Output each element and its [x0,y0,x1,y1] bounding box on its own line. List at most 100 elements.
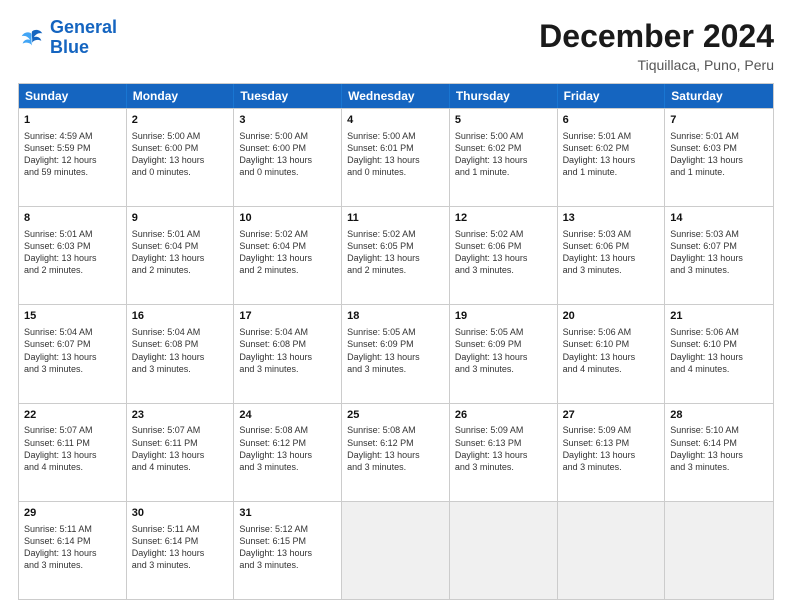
day-info: Daylight: 13 hours [455,450,528,460]
calendar-cell [450,502,558,599]
day-info: Daylight: 13 hours [239,253,312,263]
day-info: and 3 minutes. [563,265,622,275]
day-info: Sunset: 6:03 PM [670,143,737,153]
day-info: and 3 minutes. [24,560,83,570]
day-info: Sunset: 6:13 PM [563,438,630,448]
day-info: and 2 minutes. [24,265,83,275]
day-number: 16 [132,309,229,324]
day-info: Sunrise: 5:00 AM [347,131,416,141]
calendar: SundayMondayTuesdayWednesdayThursdayFrid… [18,83,774,600]
logo-icon [18,24,46,52]
day-info: Daylight: 13 hours [132,352,205,362]
day-info: and 4 minutes. [24,462,83,472]
day-info: Sunrise: 5:02 AM [455,229,524,239]
day-number: 9 [132,211,229,226]
day-info: Daylight: 13 hours [347,155,420,165]
day-number: 6 [563,113,660,128]
day-info: and 1 minute. [455,167,510,177]
day-number: 10 [239,211,336,226]
day-info: Sunrise: 5:02 AM [239,229,308,239]
day-info: and 3 minutes. [455,265,514,275]
day-number: 2 [132,113,229,128]
calendar-cell: 16Sunrise: 5:04 AMSunset: 6:08 PMDayligh… [127,305,235,402]
day-info: and 0 minutes. [347,167,406,177]
day-number: 23 [132,408,229,423]
day-info: Sunset: 6:06 PM [455,241,522,251]
day-info: Sunrise: 5:05 AM [347,327,416,337]
day-number: 19 [455,309,552,324]
day-info: Sunset: 6:07 PM [24,339,91,349]
day-info: Daylight: 13 hours [239,155,312,165]
day-info: Sunrise: 4:59 AM [24,131,93,141]
day-info: Sunset: 6:05 PM [347,241,414,251]
calendar-header-cell: Sunday [19,84,127,108]
day-info: Sunrise: 5:00 AM [239,131,308,141]
calendar-header-cell: Saturday [665,84,773,108]
day-info: Daylight: 13 hours [670,352,743,362]
day-info: Sunset: 6:09 PM [455,339,522,349]
calendar-cell [342,502,450,599]
day-info: Sunrise: 5:08 AM [347,425,416,435]
day-info: and 3 minutes. [347,364,406,374]
day-info: Sunset: 6:00 PM [132,143,199,153]
day-info: Sunset: 6:14 PM [24,536,91,546]
day-number: 31 [239,506,336,521]
logo-line1: General [50,17,117,37]
calendar-cell: 5Sunrise: 5:00 AMSunset: 6:02 PMDaylight… [450,109,558,206]
day-info: and 3 minutes. [670,462,729,472]
day-info: Daylight: 13 hours [24,352,97,362]
day-info: and 0 minutes. [132,167,191,177]
calendar-cell: 7Sunrise: 5:01 AMSunset: 6:03 PMDaylight… [665,109,773,206]
day-info: Sunrise: 5:04 AM [132,327,201,337]
day-info: and 1 minute. [563,167,618,177]
day-info: Daylight: 13 hours [24,548,97,558]
day-info: and 4 minutes. [563,364,622,374]
calendar-cell: 29Sunrise: 5:11 AMSunset: 6:14 PMDayligh… [19,502,127,599]
day-info: and 3 minutes. [563,462,622,472]
day-info: Sunset: 6:02 PM [563,143,630,153]
day-info: and 0 minutes. [239,167,298,177]
calendar-header-cell: Friday [558,84,666,108]
day-info: Sunset: 6:12 PM [347,438,414,448]
day-info: Sunset: 6:06 PM [563,241,630,251]
day-info: Sunrise: 5:04 AM [239,327,308,337]
day-info: and 3 minutes. [455,364,514,374]
day-info: Daylight: 13 hours [132,253,205,263]
day-info: Sunrise: 5:00 AM [132,131,201,141]
calendar-header-cell: Tuesday [234,84,342,108]
day-number: 18 [347,309,444,324]
day-info: Daylight: 13 hours [563,155,636,165]
day-number: 13 [563,211,660,226]
day-info: Sunrise: 5:00 AM [455,131,524,141]
day-info: Sunset: 6:15 PM [239,536,306,546]
day-info: Sunset: 6:12 PM [239,438,306,448]
calendar-cell: 2Sunrise: 5:00 AMSunset: 6:00 PMDaylight… [127,109,235,206]
day-info: Sunrise: 5:06 AM [563,327,632,337]
day-info: Sunrise: 5:09 AM [563,425,632,435]
day-info: Daylight: 13 hours [347,253,420,263]
day-info: and 3 minutes. [239,560,298,570]
day-number: 1 [24,113,121,128]
title-block: December 2024 Tiquillaca, Puno, Peru [539,18,774,73]
calendar-body: 1Sunrise: 4:59 AMSunset: 5:59 PMDaylight… [19,108,773,599]
day-number: 7 [670,113,768,128]
calendar-cell: 19Sunrise: 5:05 AMSunset: 6:09 PMDayligh… [450,305,558,402]
day-info: Sunset: 6:04 PM [239,241,306,251]
day-info: Daylight: 13 hours [239,450,312,460]
day-number: 8 [24,211,121,226]
calendar-row: 15Sunrise: 5:04 AMSunset: 6:07 PMDayligh… [19,304,773,402]
day-info: Sunset: 6:08 PM [239,339,306,349]
calendar-cell: 21Sunrise: 5:06 AMSunset: 6:10 PMDayligh… [665,305,773,402]
day-info: Daylight: 13 hours [670,450,743,460]
main-title: December 2024 [539,18,774,55]
day-info: Daylight: 13 hours [132,450,205,460]
day-info: Sunset: 6:13 PM [455,438,522,448]
calendar-cell: 17Sunrise: 5:04 AMSunset: 6:08 PMDayligh… [234,305,342,402]
day-info: Sunset: 6:10 PM [563,339,630,349]
calendar-cell: 24Sunrise: 5:08 AMSunset: 6:12 PMDayligh… [234,404,342,501]
day-info: Daylight: 13 hours [24,253,97,263]
day-info: Daylight: 13 hours [455,352,528,362]
day-number: 27 [563,408,660,423]
calendar-row: 1Sunrise: 4:59 AMSunset: 5:59 PMDaylight… [19,108,773,206]
day-info: Sunrise: 5:11 AM [24,524,92,534]
